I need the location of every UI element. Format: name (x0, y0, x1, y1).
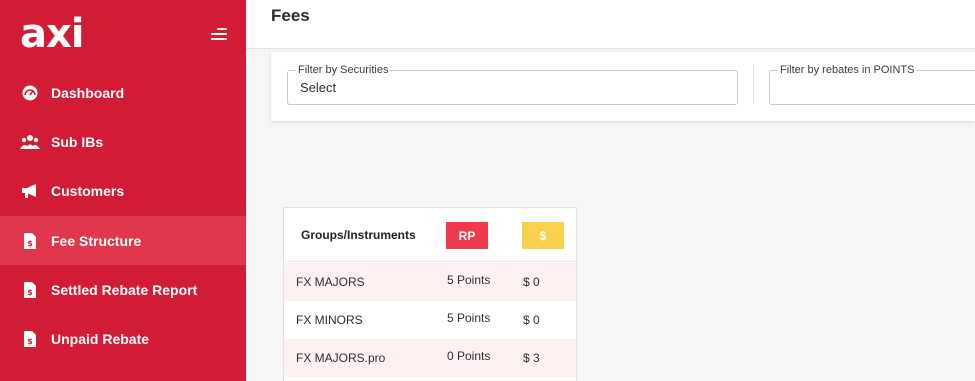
svg-text:$: $ (27, 337, 33, 346)
sidebar-item-label: Fee Structure (51, 232, 142, 249)
sidebar: axi Dashboard Sub IBs Customers $ Fee St… (0, 0, 246, 381)
sidebar-item-sub-ibs[interactable]: Sub IBs (0, 117, 246, 166)
rebates-points-filter-input[interactable]: Filter by rebates in POINTS (769, 64, 975, 105)
usd-cell: $ 0 (523, 313, 540, 327)
users-icon (20, 132, 40, 152)
instrument-cell: FX MAJORS (296, 275, 365, 289)
sidebar-item-customers[interactable]: Customers (0, 166, 246, 215)
groups-instruments-header: Groups/Instruments (301, 228, 416, 242)
sidebar-item-label: Customers (51, 182, 125, 199)
securities-filter-value: Select (300, 80, 337, 95)
securities-filter-label: Filter by Securities (296, 64, 391, 76)
sidebar-item-dashboard[interactable]: Dashboard (0, 68, 246, 117)
instrument-cell: FX MINORS (296, 313, 363, 327)
top-header: Fees (246, 0, 975, 49)
rp-cell: 0 Points (447, 349, 491, 363)
page-title: Fees (271, 6, 310, 25)
securities-filter-select[interactable]: Filter by Securities Select (287, 64, 738, 105)
fee-table: Groups/Instruments RP $ FX MAJORS 5 Poin… (283, 207, 577, 381)
rp-cell: 5 Points (447, 311, 491, 325)
table-header: Groups/Instruments RP $ (284, 208, 576, 262)
sidebar-item-label: Dashboard (51, 84, 125, 101)
svg-text:$: $ (27, 288, 33, 297)
axi-logo[interactable]: axi (20, 14, 85, 54)
sidebar-item-label: Sub IBs (51, 133, 104, 150)
svg-text:$: $ (27, 239, 33, 248)
dashboard-icon (20, 83, 40, 103)
table-row: FX MAJORS.pro 0 Points $ 3 (284, 339, 576, 377)
menu-toggle-icon[interactable] (211, 28, 227, 42)
sidebar-item-unpaid-rebate[interactable]: $ Unpaid Rebate (0, 314, 246, 363)
sidebar-item-settled-rebate-report[interactable]: $ Settled Rebate Report (0, 265, 246, 314)
document-dollar-icon: $ (20, 231, 40, 251)
filter-card: Filter by Securities Select Filter by re… (271, 52, 975, 121)
rp-badge: RP (446, 222, 488, 249)
table-row: FX MINORS 5 Points $ 0 (284, 301, 576, 339)
usd-badge: $ (522, 222, 564, 249)
rebates-points-filter-label: Filter by rebates in POINTS (778, 64, 917, 76)
document-dollar-icon: $ (20, 329, 40, 349)
usd-cell: $ 0 (523, 275, 540, 289)
usd-cell: $ 3 (523, 351, 540, 365)
sidebar-item-label: Settled Rebate Report (51, 281, 198, 298)
instrument-cell: FX MAJORS.pro (296, 351, 386, 365)
sidebar-item-label: Unpaid Rebate (51, 330, 150, 347)
table-row: FX MAJORS 5 Points $ 0 (284, 263, 576, 301)
document-dollar-icon: $ (20, 280, 40, 300)
filter-divider (753, 64, 754, 104)
megaphone-icon (20, 181, 40, 201)
sidebar-item-fee-structure[interactable]: $ Fee Structure (0, 216, 246, 265)
rp-cell: 5 Points (447, 273, 491, 287)
